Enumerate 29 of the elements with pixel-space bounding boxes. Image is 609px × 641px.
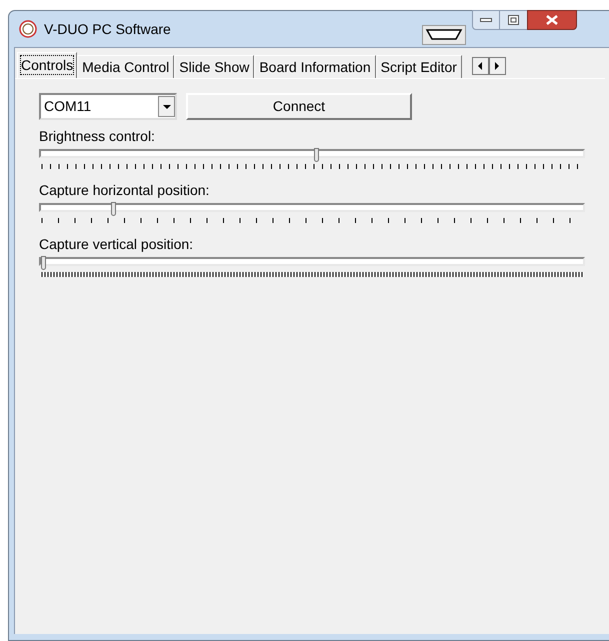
window-title: V-DUO PC Software bbox=[44, 20, 171, 38]
dropdown-arrow-button[interactable] bbox=[158, 96, 175, 117]
tab[interactable]: Controls bbox=[17, 52, 78, 78]
tab[interactable]: Board Information bbox=[254, 55, 376, 78]
slider-thumb[interactable] bbox=[314, 148, 320, 162]
slider-label: Brightness control: bbox=[39, 128, 156, 145]
port-value: COM11 bbox=[43, 97, 92, 116]
monitor-icon[interactable] bbox=[422, 25, 466, 45]
scroll-left-button[interactable] bbox=[472, 57, 489, 75]
minimize-icon bbox=[480, 18, 492, 22]
slider-thumb[interactable] bbox=[41, 256, 46, 270]
maximize-button[interactable] bbox=[500, 10, 527, 30]
scroll-right-button[interactable] bbox=[488, 57, 506, 75]
close-icon bbox=[546, 15, 558, 25]
slider-label: Capture vertical position: bbox=[39, 236, 194, 253]
connect-button[interactable]: Connect bbox=[186, 93, 412, 120]
logo-icon bbox=[19, 20, 37, 38]
close-button[interactable] bbox=[527, 10, 577, 30]
tab[interactable]: Script Editor bbox=[376, 55, 462, 78]
port-dropdown[interactable]: COM11 bbox=[39, 93, 177, 120]
maximize-icon bbox=[508, 15, 519, 25]
slider-label: Capture horizontal position: bbox=[39, 182, 210, 199]
caret-icon bbox=[162, 104, 170, 108]
tab[interactable]: Slide Show bbox=[174, 55, 254, 78]
minimize-button[interactable] bbox=[472, 10, 500, 30]
tab[interactable]: Media Control bbox=[77, 55, 174, 78]
left-arrow-icon bbox=[478, 62, 482, 70]
right-arrow-icon bbox=[495, 62, 500, 70]
slider-thumb[interactable] bbox=[110, 202, 116, 216]
